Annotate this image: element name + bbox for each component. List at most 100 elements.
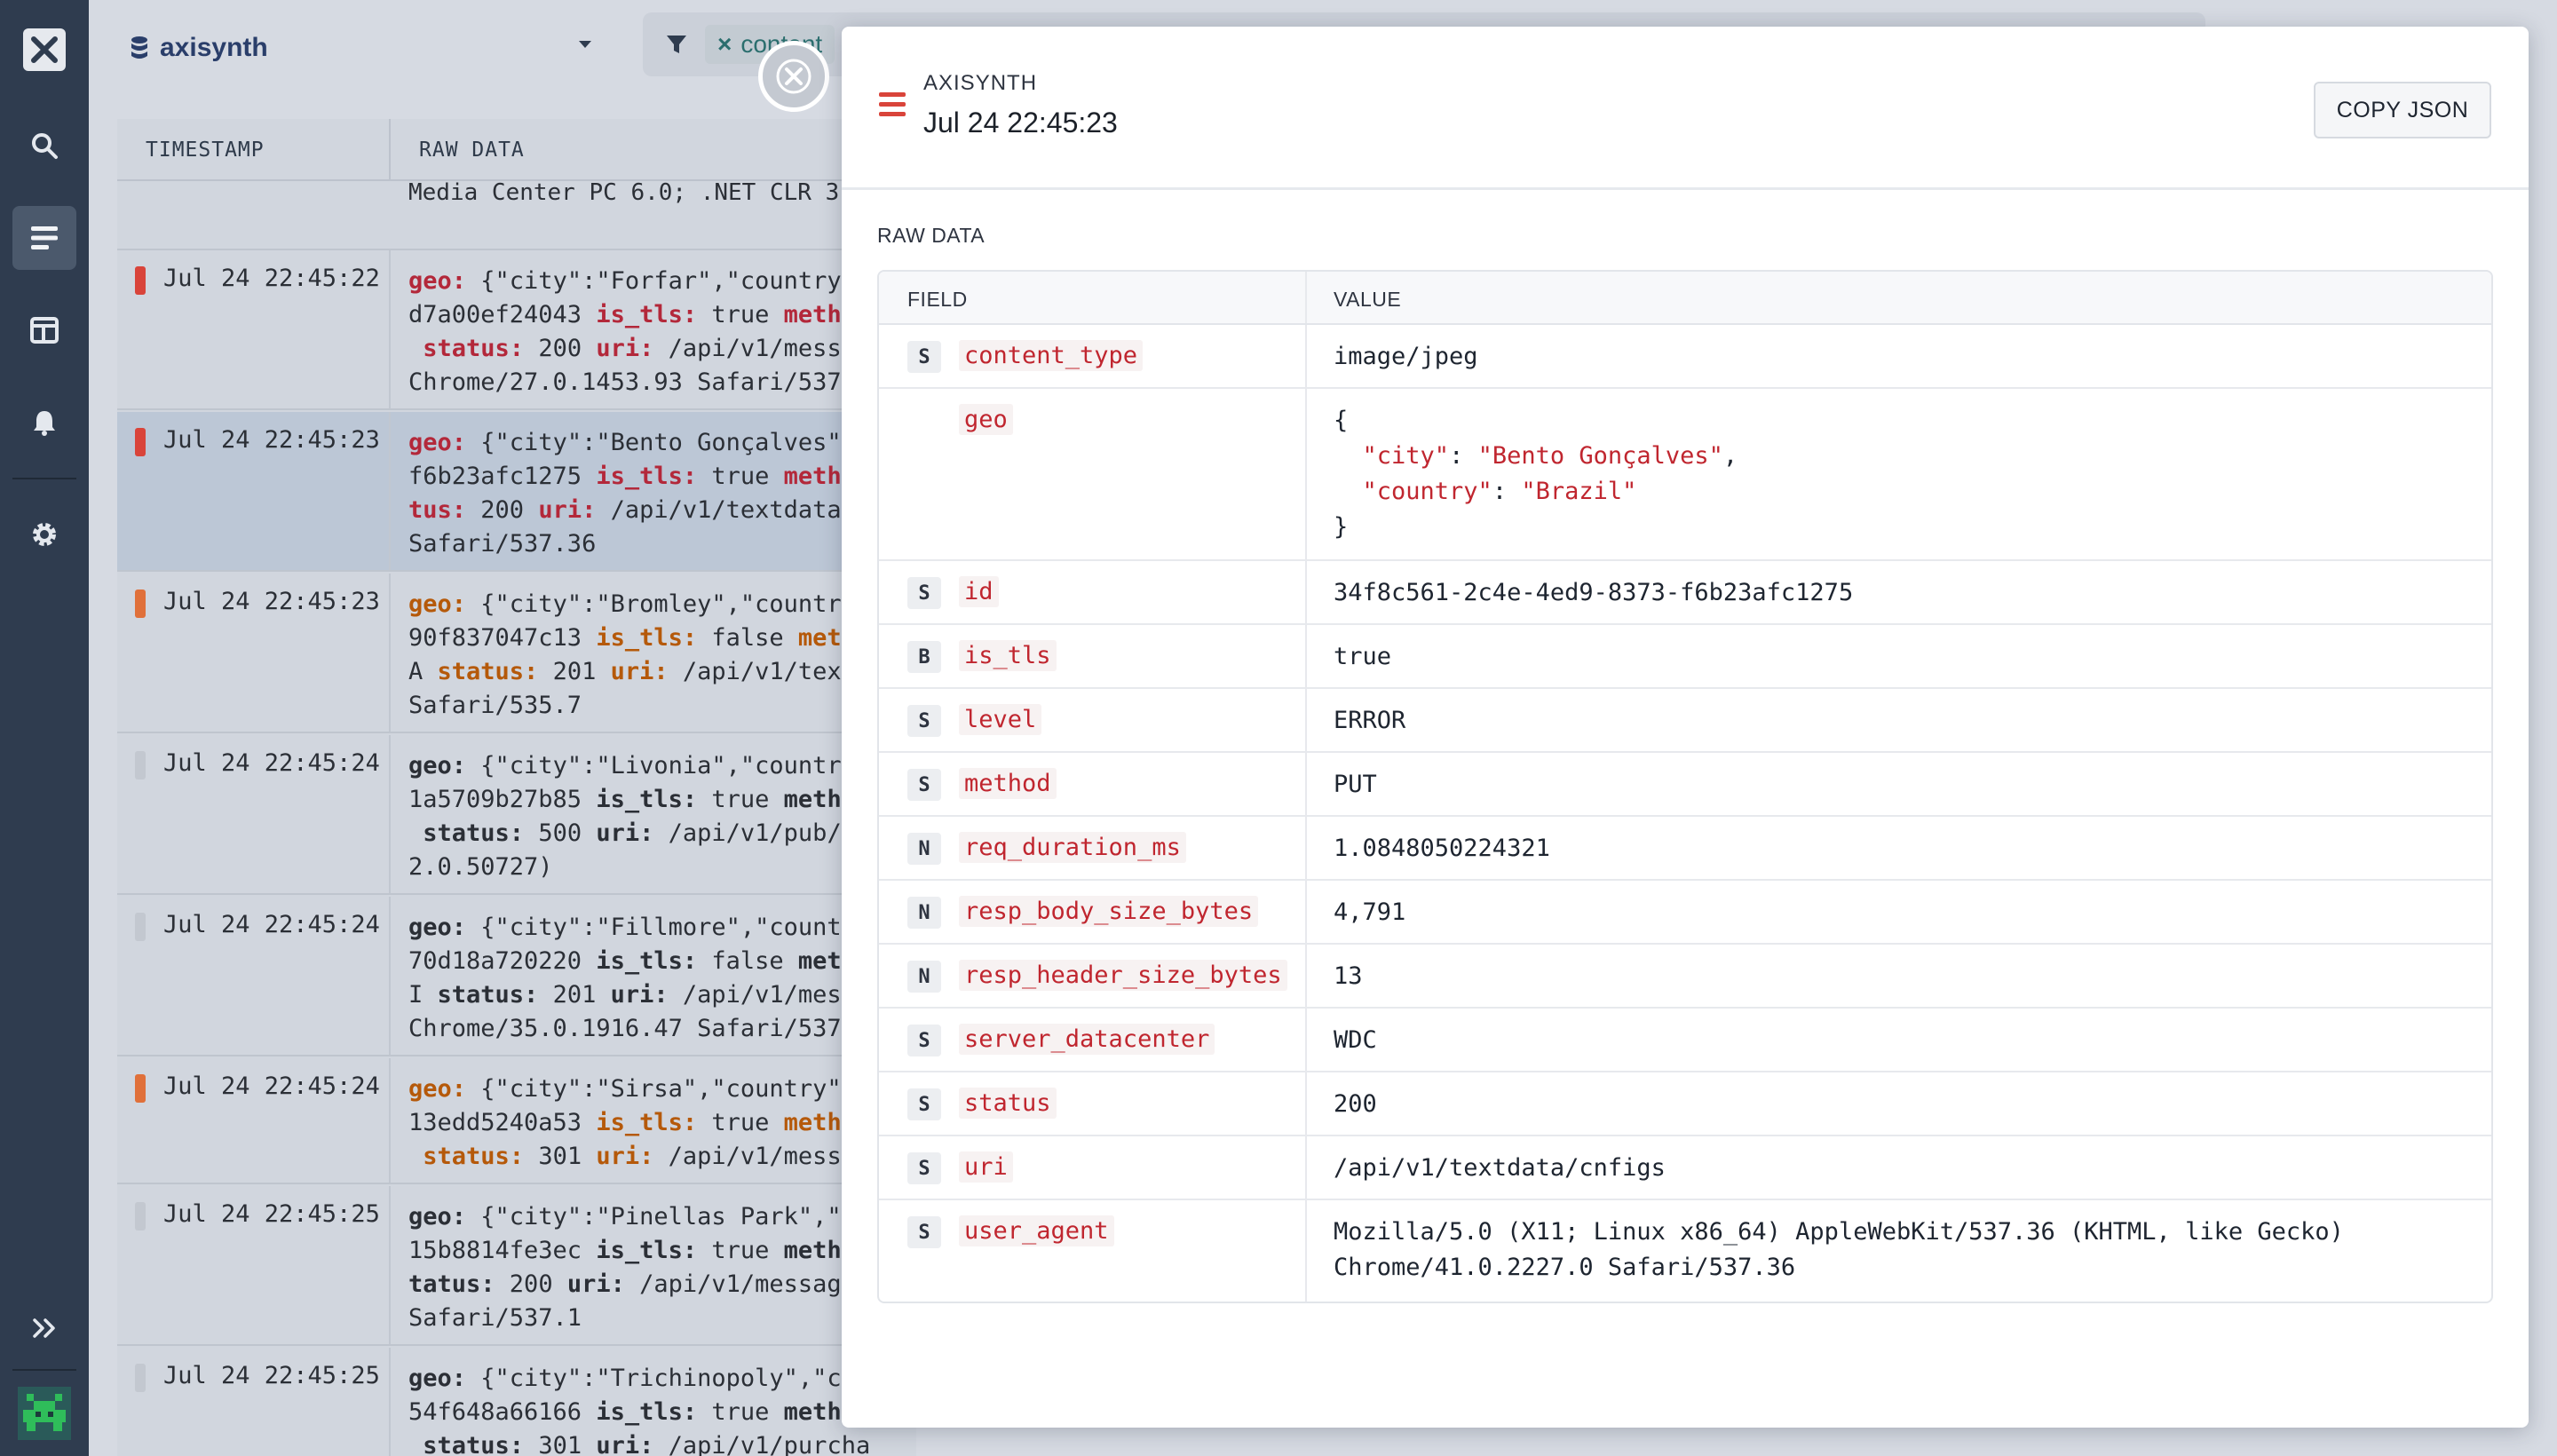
text-token: Safari/537.1 xyxy=(408,1304,582,1332)
field-row[interactable]: Sstatus 200 xyxy=(879,1072,2491,1136)
field-row[interactable]: geo { "city": "Bento Gonçalves", "country… xyxy=(879,389,2491,561)
table-row[interactable]: Jul 24 22:45:22 geo: {"city":"Forfar","co… xyxy=(117,250,916,410)
nav-divider xyxy=(12,1369,76,1371)
datasource-selector[interactable]: axisynth xyxy=(130,27,268,69)
field-value: WDC xyxy=(1334,1026,1377,1054)
column-header-raw-data[interactable]: RAW DATA xyxy=(419,138,525,162)
key-token: status: xyxy=(437,658,539,685)
key-token: uri: xyxy=(610,658,669,685)
field-name: resp_body_size_bytes xyxy=(959,896,1259,927)
field-row[interactable]: Smethod PUT xyxy=(879,753,2491,817)
raw-line: tus: 200 uri: /api/v1/textdata/c xyxy=(408,494,916,527)
raw-line: A status: 201 uri: /api/v1/textd xyxy=(408,655,916,689)
text-token: /api/v1/messa xyxy=(668,981,871,1009)
column-header-field: FIELD xyxy=(907,288,968,311)
nav-divider xyxy=(12,478,76,479)
raw-line: tatus: 200 uri: /api/v1/messages xyxy=(408,1268,916,1302)
field-row[interactable]: Sserver_datacenter WDC xyxy=(879,1009,2491,1072)
field-row[interactable]: Sid 34f8c561-2c4e-4ed9-8373-f6b23afc1275 xyxy=(879,561,2491,625)
type-badge: N xyxy=(907,897,941,929)
raw-line: status: 200 uri: /api/v1/messag xyxy=(408,332,916,366)
table-row[interactable]: Media Center PC 6.0; .NET CLR 3 xyxy=(117,181,916,250)
expand-icon[interactable] xyxy=(12,1296,76,1360)
key-token: uri: xyxy=(610,981,669,1009)
x-logo-icon[interactable] xyxy=(23,28,66,71)
field-row[interactable]: Nreq_duration_ms 1.0848050224321 xyxy=(879,817,2491,881)
column-divider xyxy=(389,412,391,570)
timestamp-cell: Jul 24 22:45:22 xyxy=(163,265,380,292)
column-header-timestamp[interactable]: TIMESTAMP xyxy=(146,138,265,162)
text-token: Chrome/27.0.1453.93 Safari/537. xyxy=(408,368,856,396)
table-row[interactable]: Jul 24 22:45:25 geo: {"city":"Pinellas Pa… xyxy=(117,1186,916,1346)
timestamp-cell: Jul 24 22:45:24 xyxy=(163,1072,380,1100)
table-row[interactable]: Jul 24 22:45:25 geo: {"city":"Trichinopol… xyxy=(117,1348,916,1456)
table-row[interactable]: Jul 24 22:45:23 geo: {"city":"Bromley","c… xyxy=(117,574,916,733)
key-token: status: xyxy=(423,1432,525,1456)
search-icon[interactable] xyxy=(12,114,76,178)
raw-line: geo: {"city":"Forfar","country xyxy=(408,265,916,298)
text-token: 15b8814fe3ec xyxy=(408,1237,597,1264)
level-indicator xyxy=(135,751,146,779)
field-row[interactable]: Nresp_body_size_bytes 4,791 xyxy=(879,881,2491,945)
table-row[interactable]: Jul 24 22:45:23 geo: {"city":"Bento Gonça… xyxy=(117,412,916,572)
field-row[interactable]: Suser_agent Mozilla/5.0 (X11; Linux x86_6… xyxy=(879,1200,2491,1302)
text-token: /api/v1/purcha xyxy=(653,1432,871,1456)
raw-data-fragment: Media Center PC 6.0; .NET CLR 3 xyxy=(408,181,840,206)
text-token: Chrome/35.0.1916.47 Safari/537. xyxy=(408,1015,856,1042)
table-row[interactable]: Jul 24 22:45:24 geo: {"city":"Sirsa","cou… xyxy=(117,1058,916,1184)
remove-filter-icon[interactable]: × xyxy=(717,30,732,59)
chevron-down-icon[interactable] xyxy=(579,41,591,48)
raw-line: d7a00ef24043 is_tls: true method xyxy=(408,298,916,332)
table-row[interactable]: Jul 24 22:45:24 geo: {"city":"Fillmore","… xyxy=(117,897,916,1056)
text-token: 200 xyxy=(466,496,539,524)
gear-icon[interactable] xyxy=(12,502,76,566)
raw-data-cell: geo: {"city":"Pinellas Park","c 15b8814fe… xyxy=(408,1200,916,1335)
field-row[interactable]: Slevel ERROR xyxy=(879,689,2491,753)
timestamp-cell: Jul 24 22:45:23 xyxy=(163,426,380,454)
column-divider xyxy=(1305,1136,1307,1199)
key-token: is_tls: xyxy=(596,301,698,328)
field-row[interactable]: Scontent_type image/jpeg xyxy=(879,325,2491,389)
text-token: 2.0.50727) xyxy=(408,853,553,881)
column-divider xyxy=(389,250,391,408)
raw-line: 15b8814fe3ec is_tls: true method xyxy=(408,1234,916,1268)
avatar[interactable] xyxy=(18,1387,71,1440)
column-divider xyxy=(1305,1009,1307,1071)
key-token: geo: xyxy=(408,914,467,941)
text-token: false xyxy=(697,947,798,975)
key-token: uri: xyxy=(596,335,654,362)
filter-icon[interactable] xyxy=(664,32,689,57)
json-line: "city": "Bento Gonçalves", xyxy=(1334,439,1738,474)
field-row[interactable]: Bis_tls true xyxy=(879,625,2491,689)
text-token: false xyxy=(697,624,798,652)
logs-icon[interactable] xyxy=(12,206,76,270)
field-value: 200 xyxy=(1334,1090,1377,1118)
bell-icon[interactable] xyxy=(12,391,76,455)
datasource-name: axisynth xyxy=(160,33,268,62)
key-token: status: xyxy=(423,335,525,362)
json-value: "Bento Gonçalves" xyxy=(1477,442,1723,470)
type-badge: S xyxy=(907,1152,941,1184)
dashboard-icon[interactable] xyxy=(12,298,76,362)
field-value: /api/v1/textdata/cnfigs xyxy=(1334,1154,1666,1182)
field-name: geo xyxy=(959,404,1013,435)
level-indicator xyxy=(135,913,146,941)
field-row[interactable]: Nresp_header_size_bytes 13 xyxy=(879,945,2491,1009)
key-token: uri: xyxy=(596,1143,654,1170)
level-indicator xyxy=(135,1364,146,1392)
type-badge: S xyxy=(907,1216,941,1248)
modal-timestamp: Jul 24 22:45:23 xyxy=(923,107,1118,138)
field-name: is_tls xyxy=(959,640,1057,671)
text-token: A xyxy=(408,658,438,685)
key-token: uri: xyxy=(596,819,654,847)
left-nav xyxy=(0,0,89,1456)
text-token: true xyxy=(697,1109,784,1136)
copy-json-button[interactable]: COPY JSON xyxy=(2314,82,2491,138)
field-value: image/jpeg xyxy=(1334,343,1478,370)
field-row[interactable]: Suri/api/v1/textdata/cnfigs xyxy=(879,1136,2491,1200)
log-table: TIMESTAMP RAW DATA Media Center PC 6.0; … xyxy=(117,119,916,1456)
type-badge: N xyxy=(907,961,941,993)
close-icon[interactable] xyxy=(758,41,829,112)
table-row[interactable]: Jul 24 22:45:24 geo: {"city":"Livonia","c… xyxy=(117,735,916,895)
